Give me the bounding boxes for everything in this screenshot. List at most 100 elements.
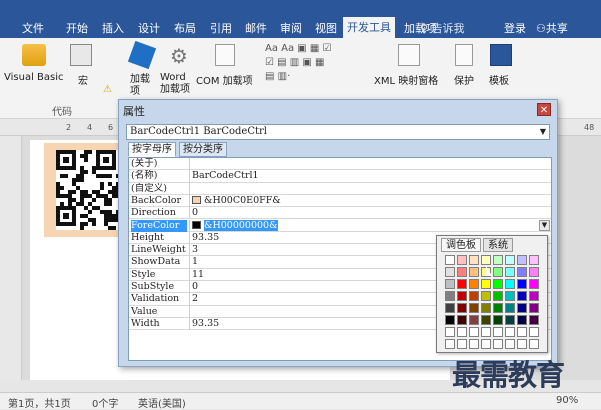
tab-7[interactable]: 审阅: [276, 20, 306, 38]
palette-color-cell[interactable]: [493, 303, 503, 313]
palette-color-cell[interactable]: [529, 267, 539, 277]
palette-color-cell[interactable]: [505, 267, 515, 277]
tab-4[interactable]: 布局: [170, 20, 200, 38]
close-icon[interactable]: ✕: [537, 103, 551, 116]
palette-color-cell[interactable]: [493, 267, 503, 277]
palette-color-cell[interactable]: [481, 339, 491, 349]
tab-9[interactable]: 开发工具: [343, 17, 395, 38]
palette-color-cell[interactable]: [529, 291, 539, 301]
palette-color-cell[interactable]: [517, 291, 527, 301]
add-in-button[interactable]: 加载项: [130, 74, 154, 98]
palette-color-cell[interactable]: [517, 315, 527, 325]
tab-palette[interactable]: 调色板: [441, 238, 481, 252]
tab-2[interactable]: 插入: [98, 20, 128, 38]
palette-color-cell[interactable]: [517, 279, 527, 289]
login-button[interactable]: 登录: [504, 20, 526, 36]
palette-color-cell[interactable]: [493, 255, 503, 265]
palette-color-cell[interactable]: [457, 291, 467, 301]
tab-5[interactable]: 引用: [206, 20, 236, 38]
property-row[interactable]: Direction 0: [129, 207, 551, 220]
palette-color-cell[interactable]: [457, 327, 467, 337]
palette-color-cell[interactable]: [529, 339, 539, 349]
palette-color-cell[interactable]: [457, 255, 467, 265]
template-button[interactable]: 模板: [489, 72, 509, 87]
palette-color-cell[interactable]: [529, 255, 539, 265]
palette-color-cell[interactable]: [493, 291, 503, 301]
palette-color-cell[interactable]: [481, 279, 491, 289]
palette-color-cell[interactable]: [457, 267, 467, 277]
tab-3[interactable]: 设计: [134, 20, 164, 38]
palette-color-cell[interactable]: [469, 339, 479, 349]
palette-color-cell[interactable]: [505, 255, 515, 265]
palette-color-cell[interactable]: [469, 303, 479, 313]
palette-color-cell[interactable]: [493, 279, 503, 289]
palette-color-cell[interactable]: [481, 315, 491, 325]
macro-button[interactable]: 宏: [78, 72, 88, 87]
property-value[interactable]: &H00000000&: [192, 219, 278, 232]
tab-system[interactable]: 系统: [483, 238, 513, 252]
palette-color-cell[interactable]: [517, 255, 527, 265]
palette-color-cell[interactable]: [445, 255, 455, 265]
palette-color-cell[interactable]: [505, 327, 515, 337]
palette-color-cell[interactable]: [481, 303, 491, 313]
palette-color-cell[interactable]: [493, 339, 503, 349]
protect-button[interactable]: 保护: [454, 72, 474, 87]
property-value[interactable]: &H00C0E0FF&: [192, 195, 281, 207]
palette-color-cell[interactable]: [445, 339, 455, 349]
object-selector[interactable]: BarCodeCtrl1 BarCodeCtrl ▼: [126, 124, 550, 140]
tab-alphabetic[interactable]: 按字母序: [128, 142, 176, 157]
palette-color-cell[interactable]: [517, 339, 527, 349]
property-value[interactable]: 1: [192, 256, 198, 268]
page-count[interactable]: 第1页，共1页: [8, 395, 71, 410]
palette-color-cell[interactable]: [481, 255, 491, 265]
palette-color-cell[interactable]: [469, 279, 479, 289]
palette-color-cell[interactable]: [481, 291, 491, 301]
palette-color-cell[interactable]: [469, 327, 479, 337]
word-add-in-button[interactable]: Word 加载项: [160, 72, 196, 96]
dropdown-arrow-icon[interactable]: ▼: [539, 219, 550, 231]
palette-color-cell[interactable]: [445, 315, 455, 325]
property-row[interactable]: ForeColor &H00000000& ▼: [129, 219, 551, 232]
palette-color-cell[interactable]: [469, 255, 479, 265]
palette-color-cell[interactable]: [445, 291, 455, 301]
property-value[interactable]: 11: [192, 269, 204, 281]
com-add-in-button[interactable]: COM 加载项: [196, 72, 253, 87]
word-count[interactable]: 0个字: [92, 395, 118, 410]
palette-color-cell[interactable]: [505, 279, 515, 289]
property-value[interactable]: BarCodeCtrl1: [192, 170, 259, 182]
property-value[interactable]: 93.35: [192, 318, 219, 330]
palette-color-cell[interactable]: [505, 303, 515, 313]
palette-color-cell[interactable]: [493, 327, 503, 337]
palette-color-cell[interactable]: [529, 303, 539, 313]
tab-0[interactable]: 文件: [18, 20, 48, 38]
palette-color-cell[interactable]: [517, 303, 527, 313]
palette-color-cell[interactable]: [445, 327, 455, 337]
palette-color-cell[interactable]: [529, 327, 539, 337]
property-value[interactable]: 0: [192, 281, 198, 293]
language[interactable]: 英语(美国): [138, 395, 186, 410]
palette-color-cell[interactable]: [469, 315, 479, 325]
property-row[interactable]: BackColor &H00C0E0FF&: [129, 194, 551, 208]
visual-basic-button[interactable]: Visual Basic: [4, 72, 64, 83]
palette-color-cell[interactable]: [457, 339, 467, 349]
palette-color-cell[interactable]: [445, 303, 455, 313]
share-button[interactable]: ⚇共享: [536, 20, 568, 36]
palette-color-cell[interactable]: [505, 291, 515, 301]
tab-6[interactable]: 邮件: [241, 20, 271, 38]
property-value[interactable]: 3: [192, 244, 198, 256]
xml-pane-button[interactable]: XML 映射窗格: [374, 72, 438, 87]
controls-group-icon[interactable]: Aa Aa ▣ ▦ ☑ ☑ ▤ ▥ ▣ ▦ ▤ ▥·: [265, 42, 345, 98]
tab-categorized[interactable]: 按分类序: [179, 142, 227, 157]
property-row[interactable]: (关于): [129, 158, 551, 171]
palette-color-cell[interactable]: [517, 267, 527, 277]
palette-color-cell[interactable]: [445, 267, 455, 277]
palette-color-cell[interactable]: [529, 315, 539, 325]
palette-color-cell[interactable]: [481, 327, 491, 337]
tab-1[interactable]: 开始: [62, 20, 92, 38]
palette-color-cell[interactable]: [469, 267, 479, 277]
tell-me-box[interactable]: ♀ 告诉我: [420, 20, 465, 36]
palette-color-cell[interactable]: [469, 291, 479, 301]
palette-color-cell[interactable]: [457, 303, 467, 313]
palette-color-cell[interactable]: [529, 279, 539, 289]
palette-color-cell[interactable]: [445, 279, 455, 289]
